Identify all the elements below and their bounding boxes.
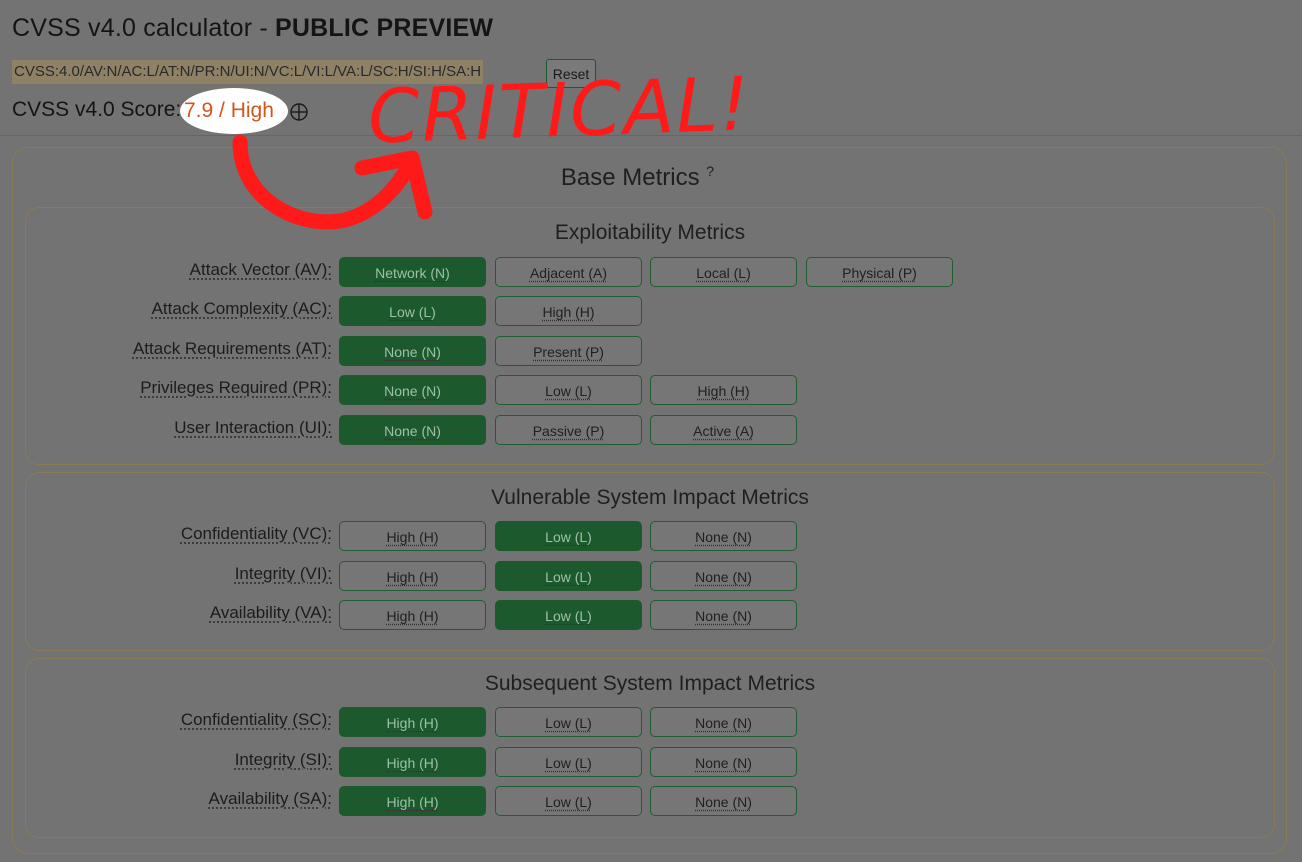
option-button-network-n[interactable]: Network (N) [339,257,486,287]
metric-label-confidentiality-vc: Confidentiality (VC): [180,524,332,543]
score-value: 7.9 / High [184,99,274,122]
metric-label-user-interaction-ui: User Interaction (UI): [174,418,332,437]
option-button-low-l[interactable]: Low (L) [495,747,642,777]
option-button-low-l[interactable]: Low (L) [495,707,642,737]
option-button-none-n[interactable]: None (N) [339,415,486,445]
option-button-none-n[interactable]: None (N) [650,707,797,737]
help-icon[interactable]: ? [706,163,714,179]
option-button-high-h[interactable]: High (H) [339,600,486,630]
option-button-physical-p[interactable]: Physical (P) [806,257,953,287]
section-title: Exploitability Metrics [554,221,746,244]
option-button-none-n[interactable]: None (N) [650,521,797,551]
option-button-high-h[interactable]: High (H) [339,707,486,737]
metric-label-privileges-required-pr: Privileges Required (PR): [140,378,332,397]
score-label: CVSS v4.0 Score: [12,98,182,121]
reset-button[interactable]: Reset [546,59,596,88]
option-button-high-h[interactable]: High (H) [495,296,642,326]
option-button-none-n[interactable]: None (N) [339,375,486,405]
base-metrics-title: Base Metrics ? [0,163,1275,192]
option-button-high-h[interactable]: High (H) [339,747,486,777]
metric-label-attack-vector-av: Attack Vector (AV): [189,260,332,279]
metric-label-confidentiality-sc: Confidentiality (SC): [180,710,332,729]
option-button-low-l[interactable]: Low (L) [495,521,642,551]
page-title-emphasis: PUBLIC PREVIEW [275,14,494,42]
option-button-low-l[interactable]: Low (L) [495,600,642,630]
vector-string[interactable]: CVSS:4.0/AV:N/AC:L/AT:N/PR:N/UI:N/VC:L/V… [12,60,484,84]
option-button-none-n[interactable]: None (N) [650,600,797,630]
metric-label-integrity-vi: Integrity (VI): [234,564,332,583]
option-button-none-n[interactable]: None (N) [650,786,797,816]
option-button-low-l[interactable]: Low (L) [495,375,642,405]
base-metrics-title-text: Base Metrics [560,164,700,191]
metric-label-attack-requirements-at: Attack Requirements (AT): [132,339,332,358]
section-title: Vulnerable System Impact Metrics [491,486,809,509]
option-button-adjacent-a[interactable]: Adjacent (A) [495,257,642,287]
option-button-low-l[interactable]: Low (L) [339,296,486,326]
page-title-main: CVSS v4.0 calculator - [12,14,276,42]
option-button-high-h[interactable]: High (H) [339,786,486,816]
option-button-high-h[interactable]: High (H) [650,375,797,405]
option-button-present-p[interactable]: Present (P) [495,336,642,366]
metric-label-attack-complexity-ac: Attack Complexity (AC): [151,299,332,318]
metric-label-availability-va: Availability (VA): [209,603,332,622]
option-button-none-n[interactable]: None (N) [650,747,797,777]
option-button-passive-p[interactable]: Passive (P) [495,415,642,445]
option-button-none-n[interactable]: None (N) [650,561,797,591]
option-button-high-h[interactable]: High (H) [339,561,486,591]
metric-label-availability-sa: Availability (SA): [208,789,332,808]
page-title: CVSS v4.0 calculator - PUBLIC PREVIEW [12,14,493,43]
option-button-local-l[interactable]: Local (L) [650,257,797,287]
option-button-low-l[interactable]: Low (L) [495,786,642,816]
header-divider [0,135,1302,136]
option-button-active-a[interactable]: Active (A) [650,415,797,445]
metric-label-integrity-si: Integrity (SI): [234,750,332,769]
option-button-none-n[interactable]: None (N) [339,336,486,366]
option-button-high-h[interactable]: High (H) [339,521,486,551]
option-button-low-l[interactable]: Low (L) [495,561,642,591]
crosshair-icon[interactable] [290,103,310,123]
section-title: Subsequent System Impact Metrics [484,672,816,695]
